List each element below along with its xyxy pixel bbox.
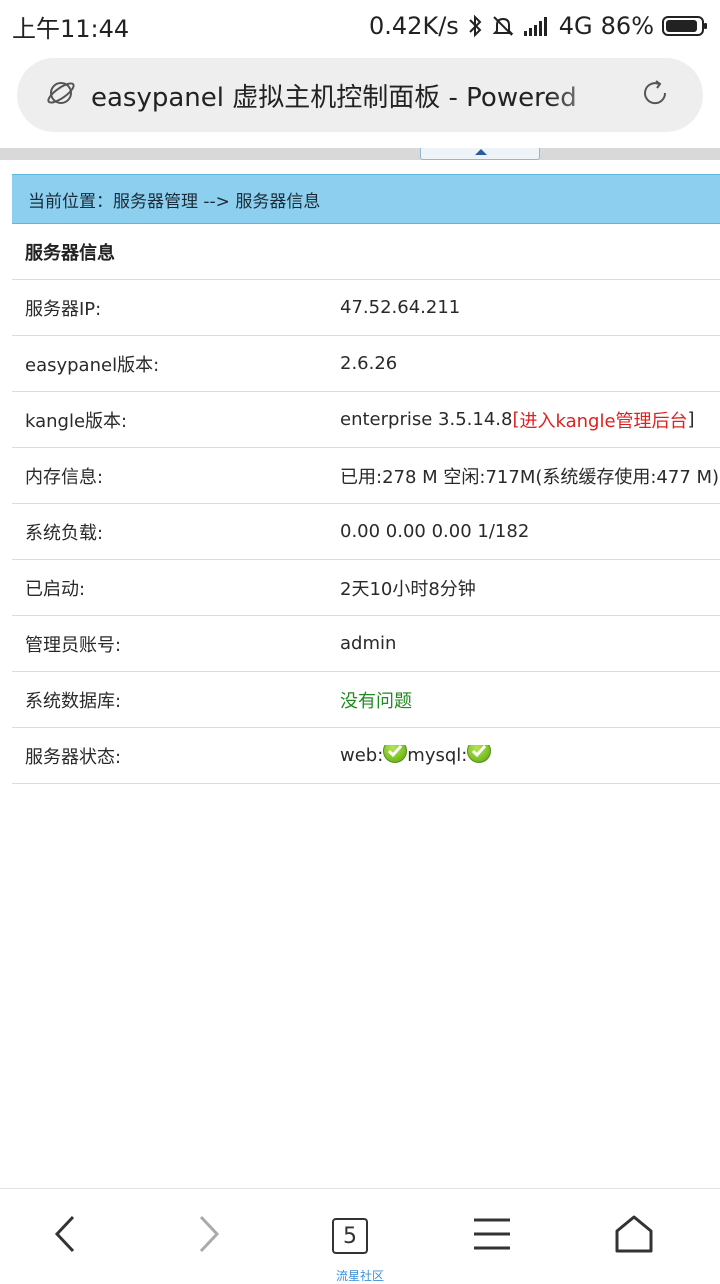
row-value: 2天10小时8分钟: [340, 578, 476, 600]
row-value: 已用:278 M 空闲:717M(系统缓存使用:477 M): [340, 466, 720, 488]
home-button[interactable]: [604, 1213, 664, 1259]
table-header: 服务器信息: [12, 224, 720, 280]
row-value-kangle: enterprise 3.5.14.8 [ 进入kangle管理后台 ]: [340, 407, 720, 433]
mysql-label: mysql:: [407, 745, 468, 766]
row-label: 管理员账号:: [25, 634, 122, 656]
forward-icon: [193, 1214, 223, 1258]
page-divider: [0, 148, 720, 160]
bluetooth-icon: [467, 14, 483, 38]
table-row: easypanel版本: 2.6.26: [12, 336, 720, 392]
section-title: 服务器信息: [25, 242, 115, 264]
kangle-bracket-open: [: [512, 409, 520, 430]
table-row: 已启动: 2天10小时8分钟: [12, 560, 720, 616]
row-label: 已启动:: [25, 578, 86, 600]
community-caption: 流星社区: [335, 1269, 384, 1283]
bottom-nav: 5 流星社区: [0, 1188, 720, 1283]
menu-button[interactable]: [462, 1213, 522, 1259]
kangle-version: enterprise 3.5.14.8: [340, 409, 513, 430]
net-speed: 0.42K/s: [369, 12, 459, 40]
breadcrumb: 当前位置：服务器管理 --> 服务器信息: [12, 174, 720, 224]
row-value: 0.00 0.00 0.00 1/182: [340, 521, 530, 542]
row-label: kangle版本:: [25, 410, 128, 432]
collapse-toggle[interactable]: [420, 148, 540, 160]
network-type: 4G: [558, 12, 593, 40]
mute-bell-icon: [491, 14, 515, 38]
breadcrumb-text: 当前位置：服务器管理 --> 服务器信息: [28, 191, 321, 212]
row-label: 系统负载:: [25, 522, 104, 544]
table-row: 系统数据库: 没有问题: [12, 672, 720, 728]
page-title[interactable]: easypanel 虚拟主机控制面板 - Powered: [91, 77, 627, 114]
row-label: 服务器IP:: [25, 298, 102, 320]
kangle-bracket-close: ]: [687, 409, 695, 430]
table-row: 服务器状态: web: mysql:: [12, 728, 720, 784]
tabs-button[interactable]: 5: [320, 1213, 380, 1259]
row-label: easypanel版本:: [25, 354, 160, 376]
table-row: 管理员账号: admin: [12, 616, 720, 672]
planet-icon: [45, 77, 77, 113]
battery-percent: 86%: [600, 12, 654, 40]
home-icon: [614, 1214, 654, 1258]
web-label: web:: [340, 745, 384, 766]
server-status: web: mysql:: [340, 745, 720, 766]
kangle-admin-link[interactable]: 进入kangle管理后台: [519, 407, 687, 433]
row-label: 系统数据库:: [25, 690, 122, 712]
row-value: admin: [340, 633, 397, 654]
row-label: 内存信息:: [25, 466, 104, 488]
battery-icon: [662, 14, 708, 38]
tabs-icon: 5: [332, 1218, 368, 1254]
reload-icon: [639, 77, 671, 113]
forward-button[interactable]: [178, 1213, 238, 1259]
row-value: 2.6.26: [340, 353, 398, 374]
table-row: 服务器IP: 47.52.64.211: [12, 280, 720, 336]
arrow-up-icon: [475, 149, 487, 155]
signal-icon: [523, 15, 551, 37]
server-info-table: 服务器信息 服务器IP: 47.52.64.211 easypanel版本: 2…: [12, 224, 720, 784]
address-bar[interactable]: easypanel 虚拟主机控制面板 - Powered: [17, 58, 703, 132]
row-value: 47.52.64.211: [340, 297, 461, 318]
table-row: 系统负载: 0.00 0.00 0.00 1/182: [12, 504, 720, 560]
status-time: 上午11:44: [12, 14, 130, 43]
back-button[interactable]: [36, 1213, 96, 1259]
reload-button[interactable]: [627, 67, 683, 123]
table-row: kangle版本: enterprise 3.5.14.8 [ 进入kangle…: [12, 392, 720, 448]
check-circle-icon: [383, 745, 408, 763]
database-status: 没有问题: [340, 690, 412, 712]
back-icon: [51, 1214, 81, 1258]
check-circle-icon: [467, 745, 492, 763]
row-label: 服务器状态:: [25, 746, 122, 768]
table-row: 内存信息: 已用:278 M 空闲:717M(系统缓存使用:477 M): [12, 448, 720, 504]
menu-icon: [472, 1217, 512, 1255]
status-bar: 上午11:44 0.42K/s 4G 86%: [0, 0, 720, 52]
